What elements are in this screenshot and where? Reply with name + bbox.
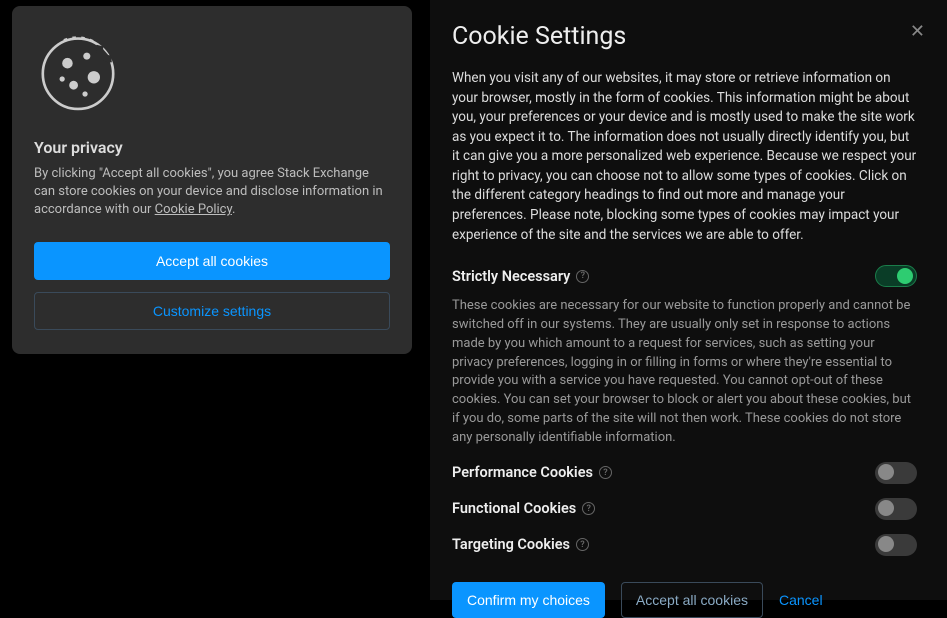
category-targeting: Targeting Cookies ? xyxy=(452,534,917,556)
category-header: Strictly Necessary ? xyxy=(452,265,917,287)
close-icon[interactable]: ✕ xyxy=(910,22,925,40)
cookie-policy-link[interactable]: Cookie Policy xyxy=(155,202,232,217)
settings-intro: When you visit any of our websites, it m… xyxy=(452,69,917,245)
settings-title: Cookie Settings xyxy=(452,22,917,51)
help-icon[interactable]: ? xyxy=(599,466,612,479)
privacy-description: By clicking "Accept all cookies", you ag… xyxy=(34,165,390,220)
category-title[interactable]: Strictly Necessary ? xyxy=(452,268,589,285)
toggle-performance[interactable] xyxy=(875,462,917,484)
category-title-text: Performance Cookies xyxy=(452,464,593,481)
privacy-card: Your privacy By clicking "Accept all coo… xyxy=(12,6,412,354)
category-title[interactable]: Performance Cookies ? xyxy=(452,464,612,481)
help-icon[interactable]: ? xyxy=(576,270,589,283)
toggle-knob xyxy=(878,500,894,516)
toggle-knob xyxy=(878,536,894,552)
category-header: Performance Cookies ? xyxy=(452,462,917,484)
category-title[interactable]: Functional Cookies ? xyxy=(452,500,595,517)
category-title-text: Functional Cookies xyxy=(452,500,576,517)
cookie-icon xyxy=(34,28,122,116)
accept-all-button[interactable]: Accept all cookies xyxy=(34,242,390,280)
category-performance: Performance Cookies ? xyxy=(452,462,917,484)
privacy-title: Your privacy xyxy=(34,138,390,157)
category-strictly-necessary: Strictly Necessary ? These cookies are n… xyxy=(452,265,917,448)
category-header: Functional Cookies ? xyxy=(452,498,917,520)
category-description: These cookies are necessary for our webs… xyxy=(452,297,917,448)
cookie-settings-panel: ✕ Cookie Settings When you visit any of … xyxy=(430,0,947,600)
toggle-targeting[interactable] xyxy=(875,534,917,556)
toggle-knob xyxy=(897,268,913,284)
help-icon[interactable]: ? xyxy=(576,538,589,551)
customize-settings-button[interactable]: Customize settings xyxy=(34,292,390,330)
category-title[interactable]: Targeting Cookies ? xyxy=(452,536,589,553)
toggle-knob xyxy=(878,464,894,480)
category-title-text: Strictly Necessary xyxy=(452,268,570,285)
toggle-functional[interactable] xyxy=(875,498,917,520)
privacy-desc-suffix: . xyxy=(232,202,235,217)
category-header: Targeting Cookies ? xyxy=(452,534,917,556)
toggle-strictly-necessary xyxy=(875,265,917,287)
help-icon[interactable]: ? xyxy=(582,502,595,515)
category-title-text: Targeting Cookies xyxy=(452,536,570,553)
category-functional: Functional Cookies ? xyxy=(452,498,917,520)
